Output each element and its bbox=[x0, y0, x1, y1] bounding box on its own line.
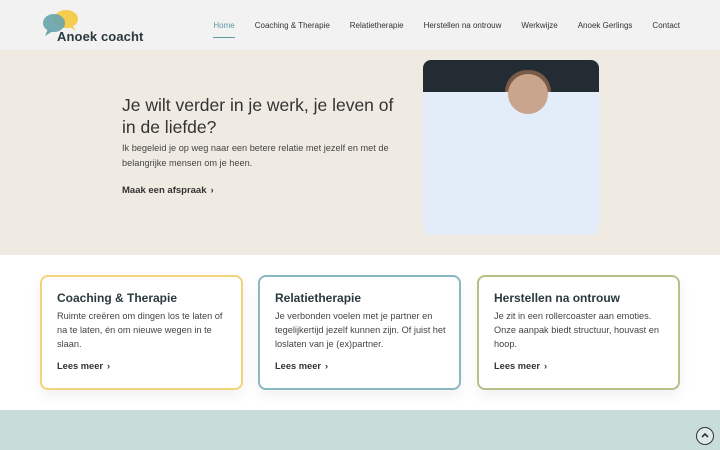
card-text: Ruimte creëren om dingen los te laten of… bbox=[57, 311, 223, 349]
photo-face bbox=[508, 74, 548, 114]
nav-item-home[interactable]: Home bbox=[203, 21, 244, 38]
scroll-to-top-button[interactable] bbox=[696, 427, 714, 445]
arrow-up-circle-icon bbox=[701, 432, 709, 438]
service-card-coaching: Coaching & Therapie Ruimte creëren om di… bbox=[40, 275, 243, 390]
nav-item-contact[interactable]: Contact bbox=[642, 21, 680, 30]
service-card-herstellen: Herstellen na ontrouw Je zit in een roll… bbox=[477, 275, 680, 390]
read-more-label: Lees meer bbox=[57, 361, 103, 371]
nav-item-coaching-therapie[interactable]: Coaching & Therapie bbox=[245, 21, 340, 30]
read-more-label: Lees meer bbox=[494, 361, 540, 371]
card-title: Relatietherapie bbox=[275, 291, 362, 305]
main-nav: Home Coaching & Therapie Relatietherapie… bbox=[203, 0, 680, 50]
next-section-band bbox=[0, 410, 720, 450]
nav-item-relatietherapie[interactable]: Relatietherapie bbox=[340, 21, 414, 30]
chevron-right-icon: › bbox=[210, 185, 214, 196]
nav-item-anoek-gerlings[interactable]: Anoek Gerlings bbox=[568, 21, 643, 30]
read-more-link[interactable]: Lees meer › bbox=[494, 361, 547, 371]
service-card-relatietherapie: Relatietherapie Je verbonden voelen met … bbox=[258, 275, 461, 390]
logo-text: Anoek coacht bbox=[57, 29, 144, 44]
chevron-right-icon: › bbox=[544, 361, 548, 371]
make-appointment-link[interactable]: Maak een afspraak › bbox=[122, 185, 214, 196]
nav-item-werkwijze[interactable]: Werkwijze bbox=[511, 21, 567, 30]
hero-text: Ik begeleid je op weg naar een betere re… bbox=[122, 143, 389, 168]
read-more-label: Lees meer bbox=[275, 361, 321, 371]
card-title: Coaching & Therapie bbox=[57, 291, 178, 305]
hero-section: Je wilt verder in je werk, je leven of i… bbox=[0, 50, 720, 255]
nav-item-herstellen-na-ontrouw[interactable]: Herstellen na ontrouw bbox=[414, 21, 512, 30]
logo[interactable]: Anoek coacht bbox=[42, 9, 152, 45]
card-title: Herstellen na ontrouw bbox=[494, 291, 621, 305]
chevron-right-icon: › bbox=[107, 361, 111, 371]
card-text: Je verbonden voelen met je partner en te… bbox=[275, 311, 446, 349]
hero-title: Je wilt verder in je werk, je leven of i… bbox=[122, 95, 394, 137]
services-section: Coaching & Therapie Ruimte creëren om di… bbox=[0, 255, 720, 410]
make-appointment-label: Maak een afspraak bbox=[122, 185, 207, 196]
hero-photo bbox=[423, 60, 599, 235]
card-text: Je zit in een rollercoaster aan emoties.… bbox=[494, 311, 659, 349]
site-header: Anoek coacht Home Coaching & Therapie Re… bbox=[0, 0, 720, 50]
read-more-link[interactable]: Lees meer › bbox=[275, 361, 328, 371]
read-more-link[interactable]: Lees meer › bbox=[57, 361, 110, 371]
chevron-right-icon: › bbox=[325, 361, 329, 371]
